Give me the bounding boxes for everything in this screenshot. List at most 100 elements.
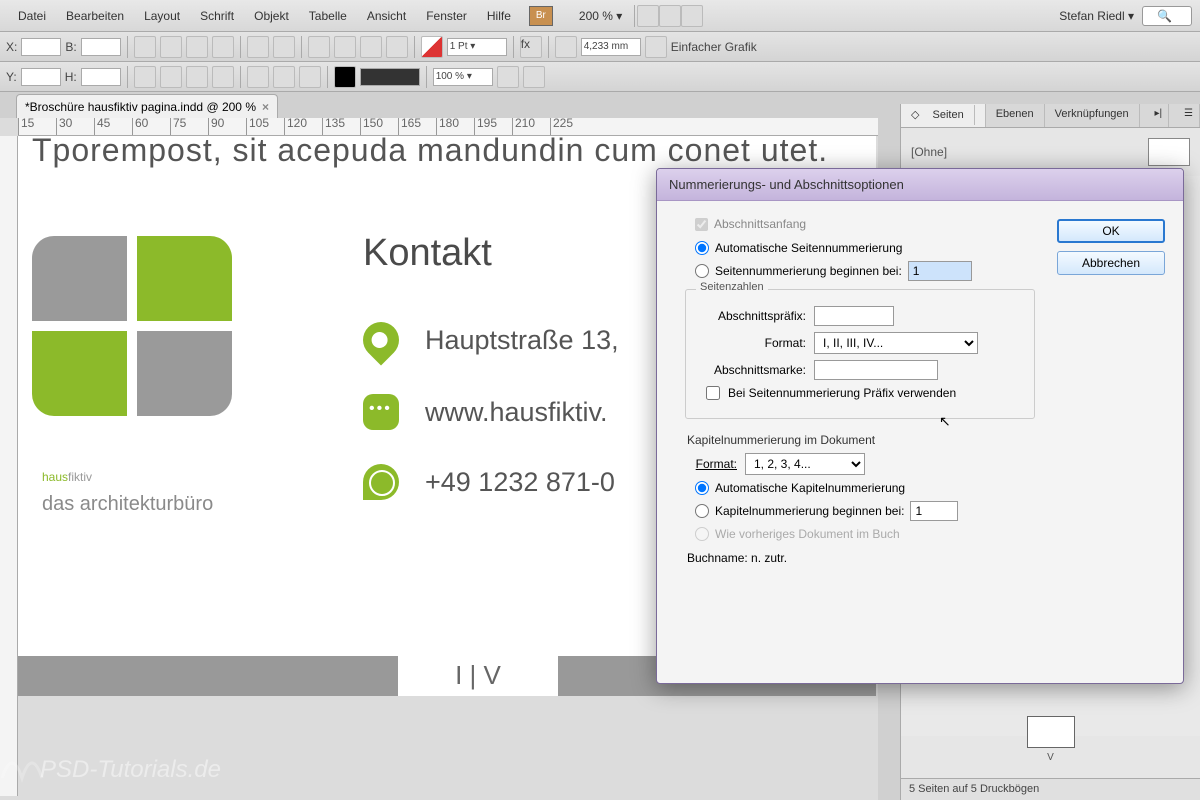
chapter-format-select[interactable]: 1, 2, 3, 4... <box>745 453 865 475</box>
zoom-select[interactable]: 200 % ▾ <box>569 5 632 27</box>
contact-row-address: Hauptstraße 13, <box>363 322 619 358</box>
tab-ebenen[interactable]: Ebenen <box>986 104 1045 127</box>
page-thumb[interactable] <box>1027 716 1075 748</box>
chapter-start-input[interactable] <box>910 501 958 521</box>
address-text: Hauptstraße 13, <box>425 325 619 356</box>
tab-seiten[interactable]: ◇ Seiten <box>901 104 986 127</box>
menu-hilfe[interactable]: Hilfe <box>477 5 521 27</box>
text-wrap-icon[interactable] <box>299 66 321 88</box>
start-page-at-radio[interactable]: Seitennummerierung beginnen bei: <box>695 261 1035 281</box>
panel-collapse-icon[interactable]: ▸| <box>1149 104 1170 127</box>
brand-subtitle: das architekturbüro <box>42 493 213 516</box>
company-logo <box>32 236 232 426</box>
search-icon: 🔍 <box>1147 5 1182 27</box>
radio-label: Kapitelnummerierung beginnen bei: <box>715 504 904 518</box>
panel-tabs: ◇ Seiten Ebenen Verknüpfungen ▸| ☰ <box>901 104 1200 128</box>
menu-layout[interactable]: Layout <box>134 5 190 27</box>
search-input[interactable]: 🔍 <box>1142 6 1192 26</box>
section-start-checkbox[interactable]: Abschnittsanfang <box>695 217 1035 231</box>
opacity-field[interactable]: 100 % ▾ <box>433 68 493 86</box>
ok-button[interactable]: OK <box>1057 219 1165 243</box>
x-label: X: <box>6 40 17 54</box>
h-label: H: <box>65 70 77 84</box>
menu-schrift[interactable]: Schrift <box>190 5 244 27</box>
tool-icon[interactable] <box>134 36 156 58</box>
align-icon[interactable] <box>360 36 382 58</box>
text-wrap-icon[interactable] <box>247 66 269 88</box>
fx-icon[interactable]: fx <box>520 36 542 58</box>
brand-block: hausfiktiv das architekturbüro <box>42 446 213 516</box>
start-page-input[interactable] <box>908 261 972 281</box>
coord-field[interactable]: 4,233 mm <box>581 38 641 56</box>
document-tab-title: *Broschüre hausfiktiv pagina.indd @ 200 … <box>25 100 256 114</box>
menu-ansicht[interactable]: Ansicht <box>357 5 416 27</box>
brand-part1: haus <box>42 470 68 484</box>
radio-label: Automatische Seitennummerierung <box>715 241 902 255</box>
workspace-name[interactable]: Einfacher Grafik <box>671 40 757 54</box>
headline-text: Tporempost, sit acepuda mandundin cum co… <box>32 132 828 169</box>
menu-bearbeiten[interactable]: Bearbeiten <box>56 5 134 27</box>
fill-swatch[interactable] <box>334 66 356 88</box>
tool-icon[interactable] <box>186 36 208 58</box>
text-wrap-icon[interactable] <box>273 66 295 88</box>
document-tab[interactable]: *Broschüre hausfiktiv pagina.indd @ 200 … <box>16 94 278 118</box>
crop-icon[interactable] <box>555 36 577 58</box>
stroke-style[interactable] <box>360 68 420 86</box>
align-icon[interactable] <box>334 36 356 58</box>
page-label: V <box>1047 752 1054 763</box>
tool-icon[interactable] <box>160 66 182 88</box>
tool-icon[interactable] <box>523 66 545 88</box>
menu-tabelle[interactable]: Tabelle <box>299 5 357 27</box>
stroke-weight[interactable]: 1 Pt ▾ <box>447 38 507 56</box>
cancel-button[interactable]: Abbrechen <box>1057 251 1165 275</box>
panel-menu-icon[interactable]: ☰ <box>1178 104 1200 127</box>
book-name-label: Buchname: n. zutr. <box>687 551 1035 565</box>
tool-icon[interactable] <box>212 36 234 58</box>
workspace-icon[interactable] <box>645 36 667 58</box>
menu-bar: Datei Bearbeiten Layout Schrift Objekt T… <box>0 0 1200 32</box>
x-field[interactable] <box>21 38 61 56</box>
marker-input[interactable] <box>814 360 938 380</box>
pin-icon <box>356 315 407 366</box>
master-thumb <box>1148 138 1190 166</box>
bridge-icon[interactable]: Br <box>529 6 553 26</box>
menu-fenster[interactable]: Fenster <box>416 5 477 27</box>
screen-mode-icon[interactable] <box>659 5 681 27</box>
align-icon[interactable] <box>386 36 408 58</box>
auto-chapter-radio[interactable]: Automatische Kapitelnummerierung <box>695 481 1035 495</box>
chapter-start-radio[interactable]: Kapitelnummerierung beginnen bei: <box>695 501 1035 521</box>
tab-verknuepfungen[interactable]: Verknüpfungen <box>1045 104 1140 127</box>
checkbox-label: Bei Seitennummerierung Präfix verwenden <box>728 386 956 400</box>
view-mode-icon[interactable] <box>637 5 659 27</box>
tool-icon[interactable] <box>160 36 182 58</box>
tool-icon[interactable] <box>134 66 156 88</box>
radio-icon <box>695 241 709 255</box>
align-icon[interactable] <box>308 36 330 58</box>
flip-v-icon[interactable] <box>273 36 295 58</box>
auto-page-numbering-radio[interactable]: Automatische Seitennummerierung <box>695 241 1035 255</box>
menu-datei[interactable]: Datei <box>8 5 56 27</box>
tool-icon[interactable] <box>186 66 208 88</box>
brand-part2: fiktiv <box>68 470 92 484</box>
contact-row-web: www.hausfiktiv. <box>363 394 608 430</box>
ruler-vertical <box>0 136 18 796</box>
tool-icon[interactable] <box>497 66 519 88</box>
close-tab-icon[interactable]: × <box>262 100 269 114</box>
prefix-label: Abschnittspräfix: <box>698 309 806 323</box>
b-label: B: <box>65 40 76 54</box>
y-field[interactable] <box>21 68 61 86</box>
page-number: I | V <box>398 656 558 696</box>
menu-objekt[interactable]: Objekt <box>244 5 299 27</box>
flip-h-icon[interactable] <box>247 36 269 58</box>
format-select[interactable]: I, II, III, IV... <box>814 332 978 354</box>
stroke-swatch[interactable] <box>421 36 443 58</box>
b-field[interactable] <box>81 38 121 56</box>
arrange-icon[interactable] <box>681 5 703 27</box>
checkbox-label: Abschnittsanfang <box>714 217 806 231</box>
prefix-input[interactable] <box>814 306 894 326</box>
h-field[interactable] <box>81 68 121 86</box>
control-bar-2: Y: H: 100 % ▾ <box>0 62 1200 92</box>
user-menu[interactable]: Stefan Riedl ▾ <box>1049 5 1142 27</box>
use-prefix-checkbox[interactable]: Bei Seitennummerierung Präfix verwenden <box>706 386 1022 400</box>
tool-icon[interactable] <box>212 66 234 88</box>
